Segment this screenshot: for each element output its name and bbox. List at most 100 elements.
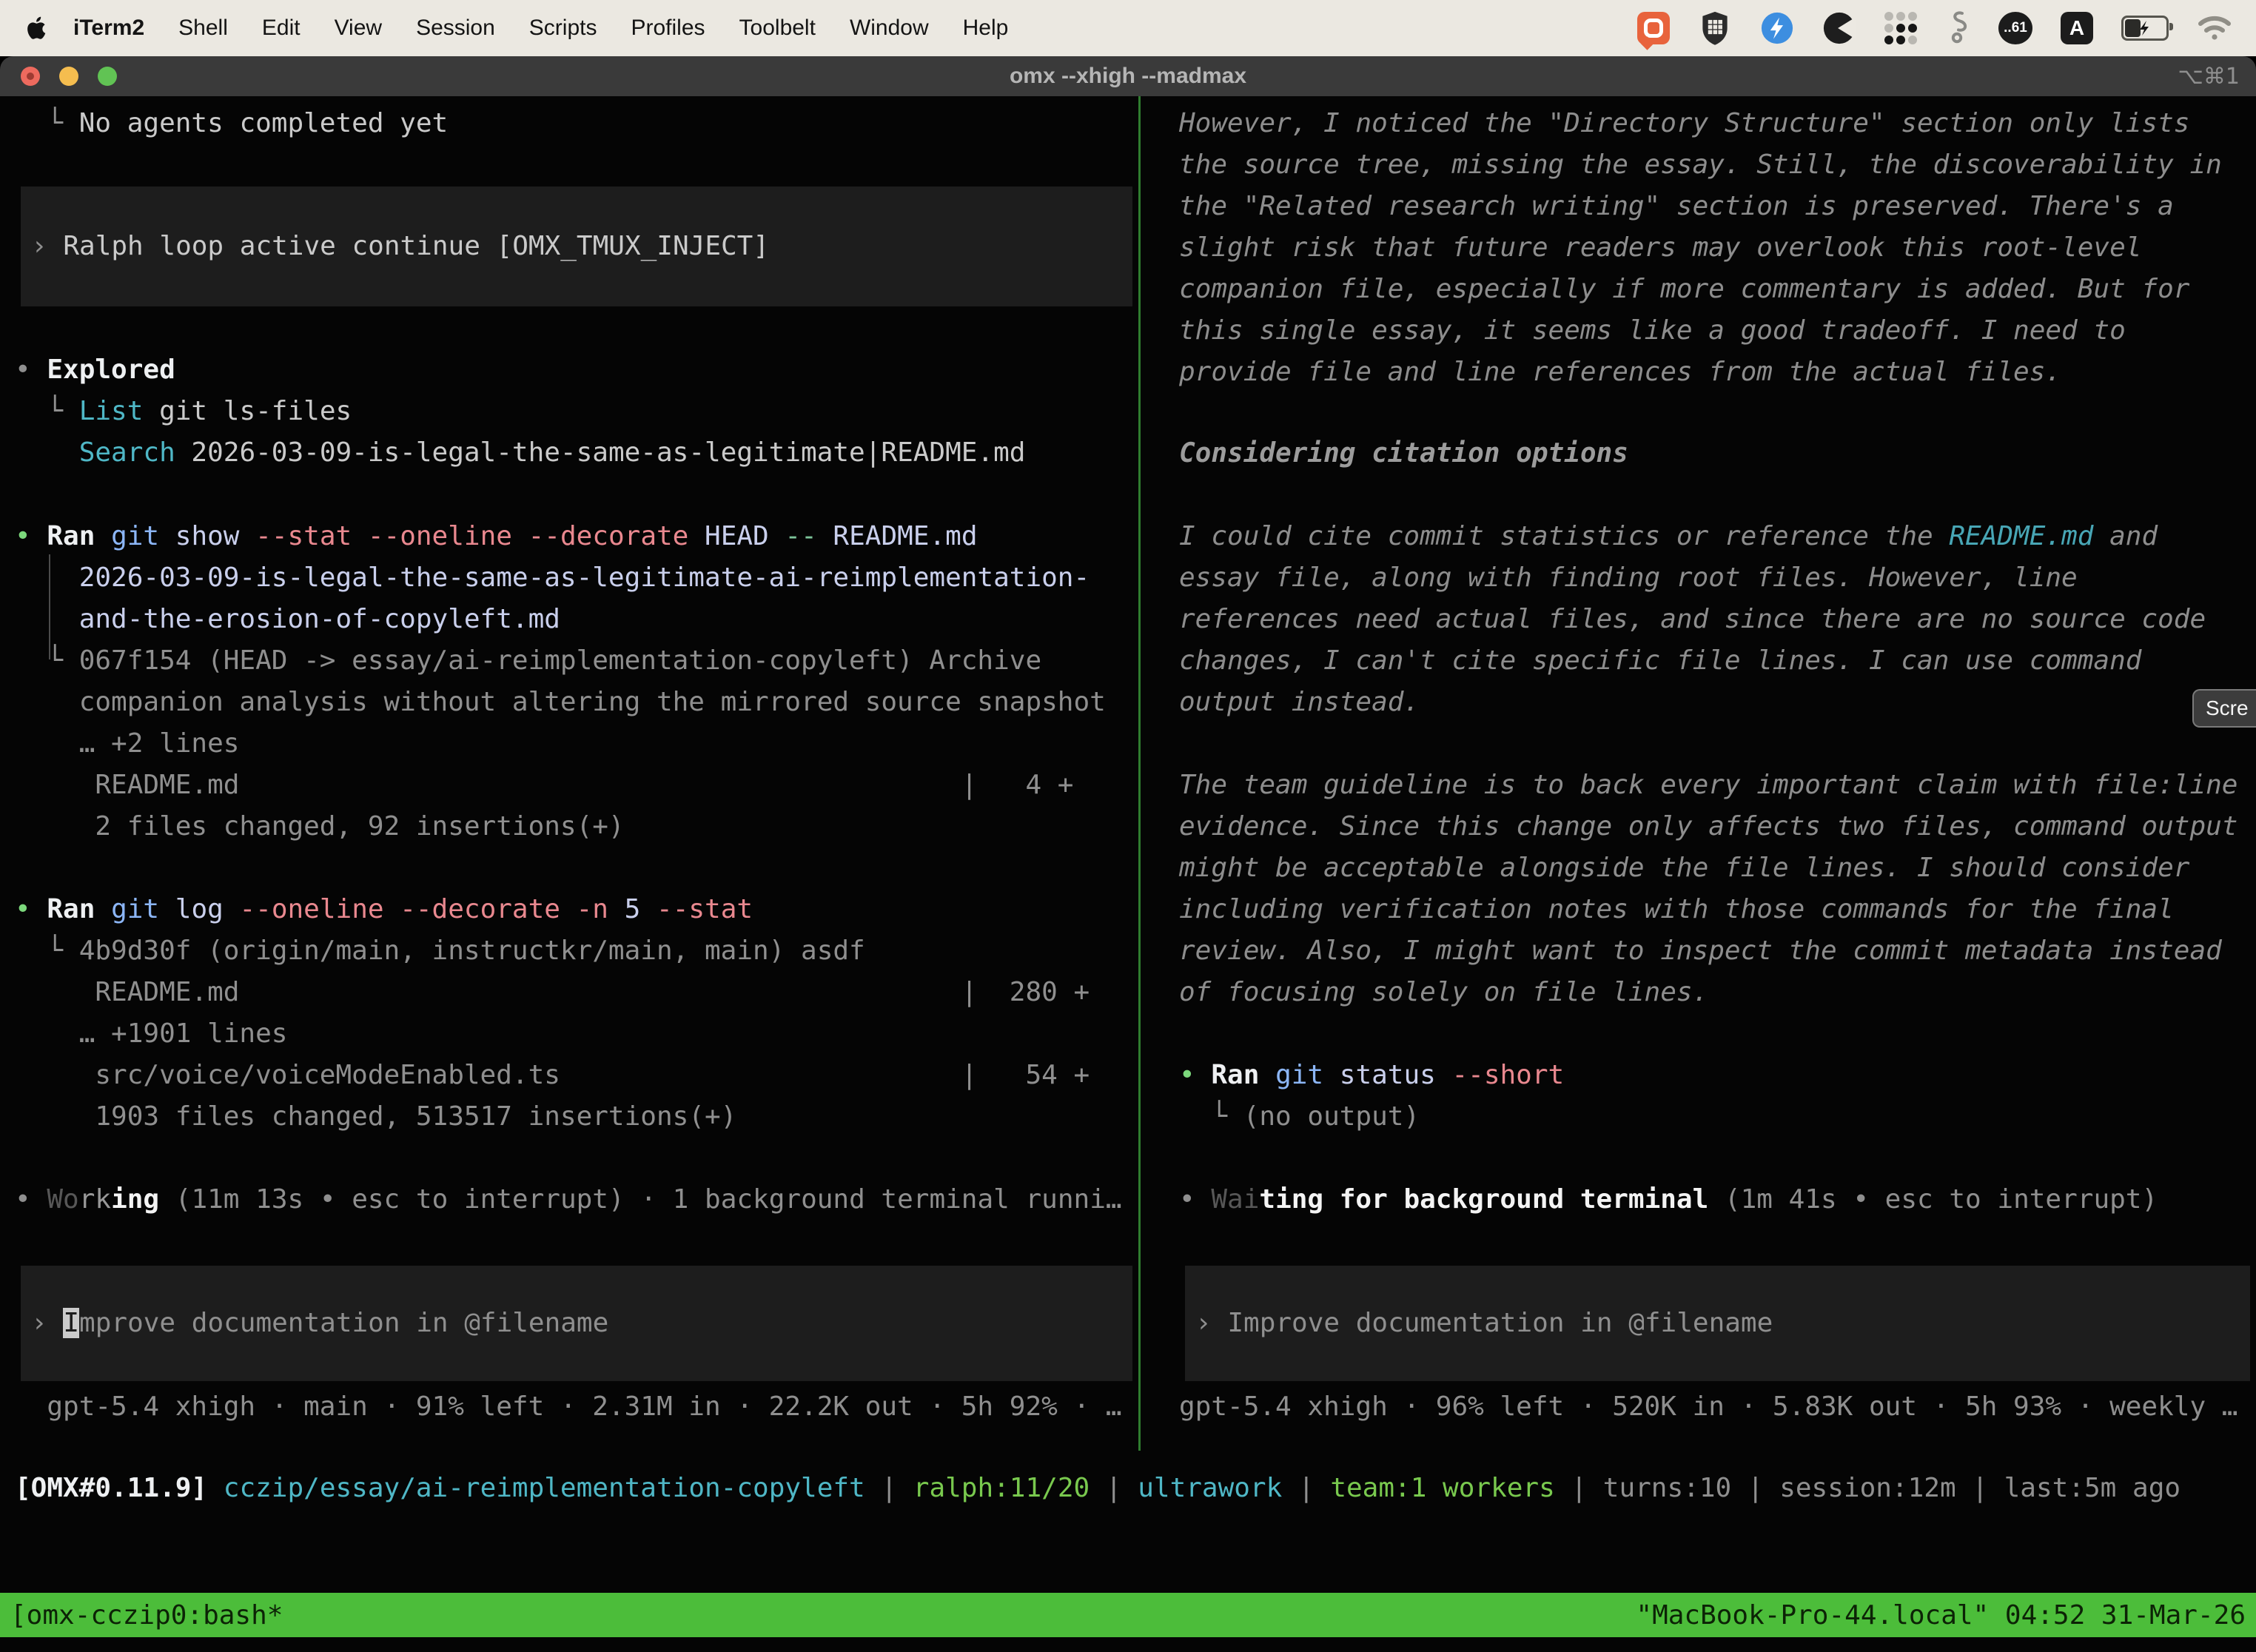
- terminal-line: gpt-5.4 xhigh · 96% left · 520K in · 5.8…: [1179, 1386, 2256, 1428]
- window-title: omx --xhigh --madmax: [1010, 64, 1246, 89]
- letter-a-icon[interactable]: A: [2061, 12, 2093, 44]
- tmux-session-name: [omx-cczip0:bash*: [10, 1600, 283, 1631]
- reasoning-heading: Considering citation options: [1179, 433, 2256, 474]
- terminal-line: and-the-erosion-of-copyleft.md: [15, 599, 1138, 640]
- terminal-line: However, I noticed the "Directory Struct…: [1179, 103, 2256, 144]
- terminal-line: changes, I can't cite specific file line…: [1179, 640, 2256, 682]
- terminal-line: might be acceptable alongside the file l…: [1179, 847, 2256, 889]
- terminal-line: gpt-5.4 xhigh · main · 91% left · 2.31M …: [15, 1386, 1138, 1428]
- terminal-line: › Improve documentation in @filename: [31, 1303, 608, 1344]
- menu-item-profiles[interactable]: Profiles: [614, 16, 722, 41]
- terminal-line: • Ran git show --stat --oneline --decora…: [15, 516, 1138, 557]
- terminal-line: I could cite commit statistics or refere…: [1179, 516, 2256, 557]
- terminal-line: essay file, along with finding root file…: [1179, 557, 2256, 599]
- terminal-line: references need actual files, and since …: [1179, 599, 2256, 640]
- wifi-icon[interactable]: [2197, 14, 2232, 42]
- terminal-line: 1903 files changed, 513517 insertions(+): [15, 1096, 1138, 1138]
- terminal-line: … +1901 lines: [15, 1013, 1138, 1055]
- git-log-block: • Ran git log --oneline --decorate -n 5 …: [15, 889, 1138, 1138]
- menu-item-window[interactable]: Window: [833, 16, 946, 41]
- menu-item-session[interactable]: Session: [399, 16, 512, 41]
- terminal-line: └ (no output): [1179, 1096, 2256, 1138]
- terminal-line: └ No agents completed yet: [15, 103, 1138, 144]
- prompt-input-left[interactable]: › Improve documentation in @filename: [21, 1266, 1132, 1381]
- iterm2-window: omx --xhigh --madmax ⌥⌘1 └ No agents com…: [0, 56, 2256, 1652]
- terminal-line: • Waiting for background terminal (1m 41…: [1179, 1179, 2256, 1220]
- left-terminal-pane[interactable]: └ No agents completed yet › Ralph loop a…: [0, 96, 1138, 1451]
- reasoning-paragraph-3: The team guideline is to back every impo…: [1179, 765, 2256, 1013]
- terminal-line: slight risk that future readers may over…: [1179, 227, 2256, 269]
- terminal-line: └ List git ls-files: [15, 391, 1138, 432]
- shield-grid-icon[interactable]: [1698, 10, 1732, 46]
- tmux-status-bar: [omx-cczip0:bash* "MacBook-Pro-44.local"…: [0, 1593, 2256, 1637]
- tmux-panes: └ No agents completed yet › Ralph loop a…: [0, 96, 2256, 1451]
- hexagon-bolt-icon[interactable]: [1760, 11, 1794, 45]
- terminal-line: README.md | 280 +: [15, 972, 1138, 1013]
- traffic-lights: [21, 56, 117, 96]
- menu-item-view[interactable]: View: [318, 16, 399, 41]
- terminal-line: › Ralph loop active continue [OMX_TMUX_I…: [31, 226, 769, 267]
- terminal-line: evidence. Since this change only affects…: [1179, 806, 2256, 847]
- terminal-line: • Ran git status --short: [1179, 1055, 2256, 1096]
- terminal-line: [OMX#0.11.9] cczip/essay/ai-reimplementa…: [15, 1468, 2256, 1509]
- terminal-line: • Explored: [15, 349, 1138, 391]
- agents-note: └ No agents completed yet: [15, 103, 1138, 144]
- terminal-line: The team guideline is to back every impo…: [1179, 765, 2256, 806]
- menu-items: iTerm2ShellEditViewSessionScriptsProfile…: [56, 16, 1025, 41]
- working-status-line: • Working (11m 13s • esc to interrupt) ·…: [15, 1179, 1138, 1220]
- menu-item-shell[interactable]: Shell: [161, 16, 245, 41]
- window-shortcut-badge: ⌥⌘1: [2178, 64, 2240, 90]
- terminal-line: src/voice/voiceModeEnabled.ts | 54 +: [15, 1055, 1138, 1096]
- zoom-button[interactable]: [98, 67, 117, 86]
- circle-crescent-icon[interactable]: [1822, 11, 1856, 45]
- terminal-line: companion file, especially if more comme…: [1179, 269, 2256, 310]
- window-titlebar[interactable]: omx --xhigh --madmax ⌥⌘1: [0, 56, 2256, 96]
- terminal-line: └ 4b9d30f (origin/main, instructkr/main,…: [15, 930, 1138, 972]
- terminal-line: provide file and line references from th…: [1179, 352, 2256, 393]
- terminal-line: └ 067f154 (HEAD -> essay/ai-reimplementa…: [15, 640, 1138, 682]
- waiting-status-line: • Waiting for background terminal (1m 41…: [1179, 1179, 2256, 1220]
- tmux-host-clock: "MacBook-Pro-44.local" 04:52 31-Mar-26: [1636, 1600, 2246, 1631]
- terminal-line: the "Related research writing" section i…: [1179, 186, 2256, 227]
- right-terminal-pane[interactable]: However, I noticed the "Directory Struct…: [1141, 96, 2256, 1451]
- menu-item-help[interactable]: Help: [946, 16, 1026, 41]
- terminal-line: output instead.: [1179, 682, 2256, 723]
- terminal-line: … +2 lines: [15, 723, 1138, 765]
- terminal-line: including verification notes with those …: [1179, 889, 2256, 930]
- screen-edge-overlay[interactable]: Scre: [2192, 689, 2256, 728]
- terminal-line: 2 files changed, 92 insertions(+): [15, 806, 1138, 847]
- terminal-line: › Improve documentation in @filename: [1195, 1303, 1773, 1344]
- menu-item-iterm2[interactable]: iTerm2: [56, 16, 161, 41]
- dots-grid-icon[interactable]: [1884, 12, 1917, 44]
- git-show-block: • Ran git show --stat --oneline --decora…: [15, 516, 1138, 847]
- menu-item-toolbelt[interactable]: Toolbelt: [722, 16, 833, 41]
- git-status-block: • Ran git status --short └ (no output): [1179, 1055, 2256, 1138]
- terminal-line: README.md | 4 +: [15, 765, 1138, 806]
- hook-squiggle-icon[interactable]: [1945, 10, 1970, 46]
- menu-item-edit[interactable]: Edit: [245, 16, 318, 41]
- apple-icon[interactable]: [25, 15, 47, 41]
- close-button[interactable]: [21, 67, 40, 86]
- model-status-left: gpt-5.4 xhigh · main · 91% left · 2.31M …: [15, 1386, 1138, 1428]
- prompt-input-right[interactable]: › Improve documentation in @filename: [1185, 1266, 2250, 1381]
- ralph-loop-box: › Ralph loop active continue [OMX_TMUX_I…: [21, 187, 1132, 306]
- terminal-line: this single essay, it seems like a good …: [1179, 310, 2256, 352]
- macos-menu-bar: iTerm2ShellEditViewSessionScriptsProfile…: [0, 0, 2256, 56]
- terminal-line: review. Also, I might want to inspect th…: [1179, 930, 2256, 972]
- chat-bubble-icon[interactable]: [1637, 12, 1670, 44]
- terminal-line: the source tree, missing the essay. Stil…: [1179, 144, 2256, 186]
- terminal-line: • Ran git log --oneline --decorate -n 5 …: [15, 889, 1138, 930]
- terminal-line: Search 2026-03-09-is-legal-the-same-as-l…: [15, 432, 1138, 474]
- menu-item-scripts[interactable]: Scripts: [512, 16, 614, 41]
- reasoning-paragraph-2: I could cite commit statistics or refere…: [1179, 516, 2256, 723]
- explored-block: • Explored └ List git ls-files Search 20…: [15, 349, 1138, 474]
- tree-guide-line: [49, 554, 50, 659]
- model-status-right: gpt-5.4 xhigh · 96% left · 520K in · 5.8…: [1179, 1386, 2256, 1428]
- battery-percent-badge-icon[interactable]: ..61: [1998, 12, 2032, 44]
- terminal-line: Considering citation options: [1179, 433, 2256, 474]
- terminal-line: • Working (11m 13s • esc to interrupt) ·…: [15, 1179, 1138, 1220]
- minimize-button[interactable]: [59, 67, 78, 86]
- battery-icon[interactable]: [2121, 16, 2169, 41]
- omx-session-status-line: [OMX#0.11.9] cczip/essay/ai-reimplementa…: [0, 1468, 2256, 1509]
- terminal-line: of focusing solely on file lines.: [1179, 972, 2256, 1013]
